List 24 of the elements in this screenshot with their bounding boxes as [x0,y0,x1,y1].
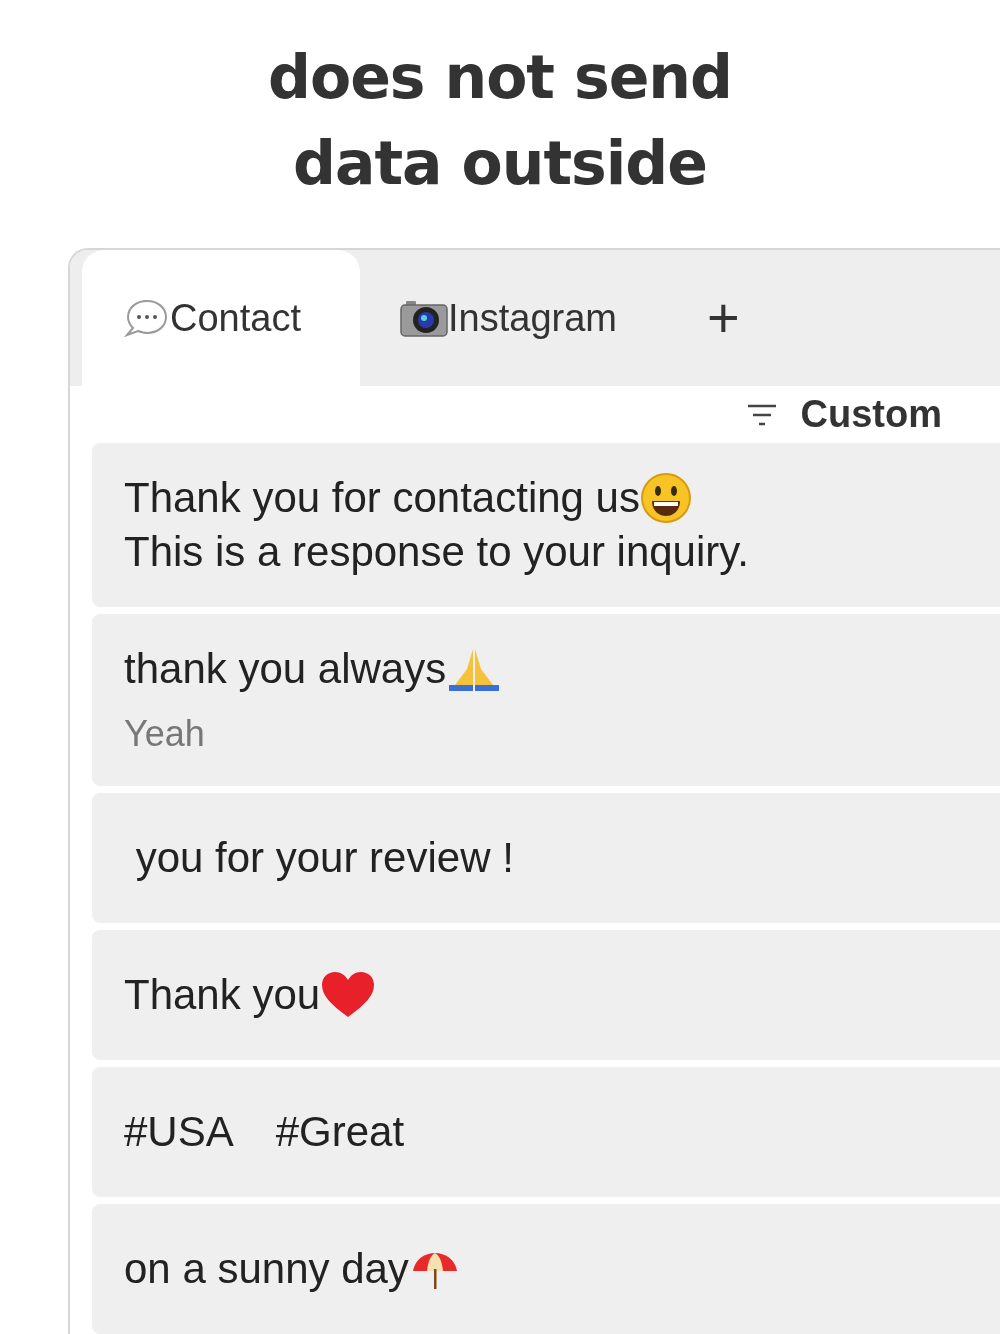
phrase-text: This is a response to your inquiry. [124,527,750,577]
phrase-text: Thank you [124,968,1000,1022]
phrase-card[interactable]: Thank you [92,930,1000,1060]
phrase-text: #USA #Great [124,1107,406,1157]
phrase-text: Thank you for contacting us [124,471,1000,525]
sort-label[interactable]: Custom [800,386,942,443]
phrase-card[interactable]: on a sunny day [92,1204,1000,1334]
smiley-icon [639,472,692,524]
phrase-text: you for your review ! [134,833,515,883]
phrase-card[interactable]: thank you always Yeah [92,614,1000,786]
phrase-text: thank you always [124,642,1000,696]
phrase-note: Yeah [124,712,206,756]
headline: data outside [292,127,707,200]
camera-icon [400,299,448,337]
phrase-card[interactable]: you for your review ! [92,793,1000,923]
phrase-text: on a sunny day [124,1242,1000,1296]
sort-icon [746,403,777,426]
phrase-card[interactable]: Thank you for contacting us This is a response to your inquiry. [92,443,1000,607]
tab[interactable]: Contact [82,250,360,386]
headline: does not send [267,41,732,114]
heart-icon [320,970,377,1020]
add-tab-button[interactable]: + [656,250,790,386]
phrase-card[interactable]: #USA #Great [92,1067,1000,1197]
speech-bubble-icon [124,298,170,338]
